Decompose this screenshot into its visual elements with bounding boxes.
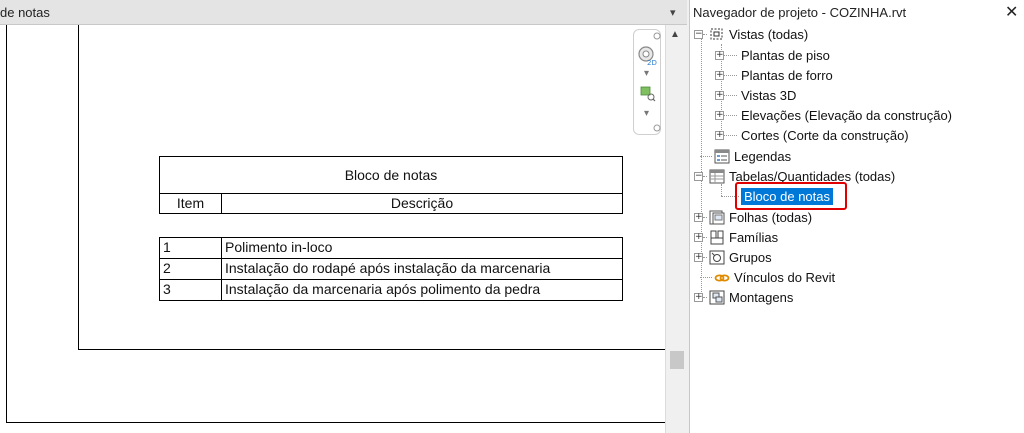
tree-node-label: Cortes (Corte da construção) <box>741 127 909 143</box>
groups-icon <box>709 250 725 264</box>
schedule-icon <box>709 169 725 183</box>
link-icon <box>714 274 730 281</box>
expand-toggle[interactable]: + <box>715 70 724 80</box>
scrollbar-thumb[interactable] <box>670 351 684 369</box>
sheet-border-bottom-inner <box>78 349 665 350</box>
navbar-close-icon[interactable] <box>653 32 661 40</box>
expand-toggle[interactable]: + <box>715 50 724 60</box>
sheet-border-left-inner <box>78 25 79 349</box>
schedule-body: 1 Polimento in-loco 2 Instalação do roda… <box>159 237 623 301</box>
tree-node-sections[interactable]: + Cortes (Corte da construção) <box>715 125 909 145</box>
expand-toggle[interactable]: + <box>694 212 703 222</box>
tree-node-views[interactable]: − Vistas (todas) <box>694 24 808 44</box>
view-tab-title[interactable]: de notas <box>0 5 50 20</box>
tree-node-floor-plans[interactable]: + Plantas de piso <box>715 45 830 65</box>
tree-node-label: Elevações (Elevação da construção) <box>741 107 953 123</box>
chevron-down-icon[interactable]: ▾ <box>644 108 649 119</box>
close-icon[interactable]: ✕ <box>1005 2 1018 22</box>
collapse-toggle[interactable]: − <box>694 29 703 39</box>
project-browser-title: Navegador de projeto - COZINHA.rvt <box>693 5 907 20</box>
tree-node-assemblies[interactable]: + Montagens <box>694 287 793 307</box>
expand-toggle[interactable]: + <box>694 292 703 302</box>
tree-node-sheets[interactable]: + Folhas (todas) <box>694 207 812 227</box>
tree-node-label: Montagens <box>729 289 794 305</box>
row-description-cell: Polimento in-loco <box>225 239 333 255</box>
tree-node-ceiling-plans[interactable]: + Plantas de forro <box>715 65 833 85</box>
tree-node-elevations[interactable]: + Elevações (Elevação da construção) <box>715 105 952 125</box>
expand-toggle[interactable]: + <box>694 232 703 242</box>
schedule-title: Bloco de notas <box>159 156 623 194</box>
chevron-down-icon[interactable]: ▾ <box>644 68 649 79</box>
tree-node-revit-links[interactable]: Vínculos do Revit <box>700 267 835 287</box>
tree-node-label: Plantas de forro <box>741 67 833 83</box>
tree-node-label: Grupos <box>729 249 772 265</box>
table-row: 1 Polimento in-loco <box>160 238 622 258</box>
vertical-scrollbar[interactable]: ▲ <box>665 25 687 433</box>
table-row: 2 Instalação do rodapé após instalação d… <box>160 258 622 279</box>
svg-text:2D: 2D <box>647 59 657 66</box>
schedule-header-item: Item <box>160 194 222 213</box>
navigation-bar[interactable]: 2D ▾ ▾ <box>633 29 661 135</box>
2d-wheel-icon[interactable]: 2D <box>637 44 657 66</box>
zoom-region-icon[interactable] <box>640 86 656 102</box>
view-title-bar: de notas ▾ <box>0 0 687 25</box>
scroll-up-icon[interactable]: ▲ <box>670 29 680 40</box>
schedule-header-description: Descrição <box>390 195 454 211</box>
tree-node-label: Vínculos do Revit <box>734 269 836 285</box>
row-item-cell: 2 <box>160 259 222 279</box>
assembly-icon <box>709 290 725 304</box>
tree-node-label: Vistas (todas) <box>729 26 809 42</box>
navbar-options-icon[interactable] <box>653 124 661 132</box>
row-description-cell: Instalação da marcenaria após polimento … <box>225 281 541 297</box>
tree-node-3d-views[interactable]: + Vistas 3D <box>715 85 796 105</box>
expand-toggle[interactable]: + <box>715 130 724 140</box>
sheet-border-bottom-outer <box>6 422 665 423</box>
row-item-cell: 3 <box>160 280 222 300</box>
expand-toggle[interactable]: + <box>715 90 724 100</box>
expand-toggle[interactable]: + <box>694 252 703 262</box>
drawing-view-pane[interactable]: de notas ▾ Bloco de notas Item Descrição… <box>0 0 687 433</box>
table-row: 3 Instalação da marcenaria após poliment… <box>160 279 622 300</box>
tree-node-label: Legendas <box>734 148 792 164</box>
drawing-canvas[interactable]: Bloco de notas Item Descrição 1 Poliment… <box>0 25 665 433</box>
sheet-border-left-outer <box>6 25 7 422</box>
sheet-icon <box>709 210 725 224</box>
tree-node-families[interactable]: + Famílias <box>694 227 778 247</box>
tree-node-label: Plantas de piso <box>741 47 830 63</box>
tree-node-legends[interactable]: Legendas <box>700 146 791 166</box>
tree-node-label: Folhas (todas) <box>729 209 813 225</box>
tree-node-label: Famílias <box>729 229 779 245</box>
tree-node-label: Vistas 3D <box>741 87 797 103</box>
collapse-toggle[interactable]: − <box>694 171 703 181</box>
tree-node-groups[interactable]: + Grupos <box>694 247 772 267</box>
view-dropdown-icon[interactable]: ▾ <box>670 6 676 19</box>
row-description-cell: Instalação do rodapé após instalação da … <box>225 260 551 276</box>
red-highlight-box <box>735 182 847 210</box>
row-item-cell: 1 <box>160 238 222 258</box>
views-icon <box>710 28 723 39</box>
families-icon <box>710 230 724 244</box>
expand-toggle[interactable]: + <box>715 110 724 120</box>
schedule-header-row: Item Descrição <box>159 193 623 214</box>
legend-icon <box>714 149 730 163</box>
